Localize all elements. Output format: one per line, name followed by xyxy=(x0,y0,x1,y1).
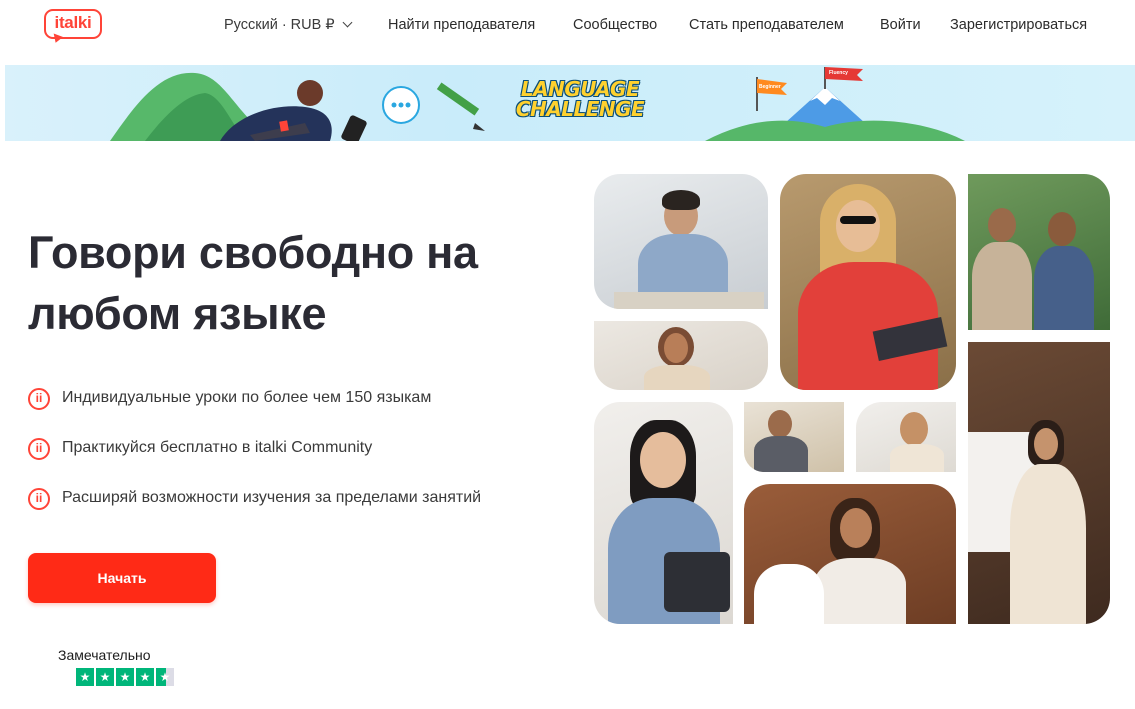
italki-ii-icon: ii xyxy=(28,438,50,460)
italki-logo[interactable]: italki xyxy=(44,9,104,45)
feature-item: ii Практикуйся бесплатно в italki Commun… xyxy=(28,436,588,486)
italki-ii-icon: ii xyxy=(28,488,50,510)
photo-tutor-woman-glasses xyxy=(968,342,1110,624)
nav-login[interactable]: Войти xyxy=(880,17,921,33)
star-icon: ★ xyxy=(136,668,154,686)
hero-title: Говори свободно на любом языке xyxy=(28,227,478,339)
nav-signup[interactable]: Зарегистрироваться xyxy=(950,17,1087,33)
half-star-icon: ★ xyxy=(156,668,174,686)
feature-list: ii Индивидуальные уроки по более чем 150… xyxy=(28,386,588,536)
photo-tutor-woman-waving xyxy=(594,402,733,624)
top-header: italki Русский · RUB ₽ Найти преподавате… xyxy=(0,0,1135,60)
nav-find-teacher[interactable]: Найти преподавателя xyxy=(388,17,535,33)
photo-tutors-two-men xyxy=(968,174,1110,330)
star-icon: ★ xyxy=(116,668,134,686)
feature-text: Индивидуальные уроки по более чем 150 яз… xyxy=(62,389,432,406)
photo-tutor-woman-headphones xyxy=(780,174,956,390)
trustpilot-widget[interactable]: Замечательно ★ ★ ★ ★ ★ xyxy=(58,647,188,686)
nav-become-teacher[interactable]: Стать преподавателем xyxy=(689,17,844,33)
start-button[interactable]: Начать xyxy=(28,553,216,603)
photo-tutor-man-desk xyxy=(594,174,768,309)
language-challenge-banner[interactable]: LANGUAGE CHALLENGE Beginner Fluency xyxy=(5,65,1135,141)
language-currency-label: Русский · RUB ₽ xyxy=(224,17,335,33)
flag-fluency-label: Fluency xyxy=(829,70,848,76)
tutor-photo-collage xyxy=(594,174,1110,624)
photo-tutor-woman-small xyxy=(856,402,956,472)
photo-tutor-woman-library xyxy=(744,484,956,624)
photo-tutor-man-headphones xyxy=(744,402,844,472)
banner-title: LANGUAGE CHALLENGE xyxy=(505,79,655,119)
italki-ii-icon: ii xyxy=(28,388,50,410)
feature-text: Практикуйся бесплатно в italki Community xyxy=(62,439,373,456)
banner-title-line2: CHALLENGE xyxy=(515,97,645,121)
feature-item: ii Индивидуальные уроки по более чем 150… xyxy=(28,386,588,436)
flag-beginner-label: Beginner xyxy=(759,84,781,90)
language-currency-select[interactable]: Русский · RUB ₽ xyxy=(224,17,353,33)
star-icon: ★ xyxy=(96,668,114,686)
chevron-down-icon xyxy=(342,17,353,28)
banner-title-line1: LANGUAGE xyxy=(520,77,640,101)
photo-tutor-woman-phone xyxy=(594,321,768,390)
feature-text: Расширяй возможности изучения за предела… xyxy=(62,489,482,506)
nav-community[interactable]: Сообщество xyxy=(573,17,657,33)
feature-item: ii Расширяй возможности изучения за пред… xyxy=(28,486,588,536)
trustpilot-label: Замечательно xyxy=(58,647,151,663)
logo-text: italki xyxy=(54,13,92,32)
star-icon: ★ xyxy=(76,668,94,686)
